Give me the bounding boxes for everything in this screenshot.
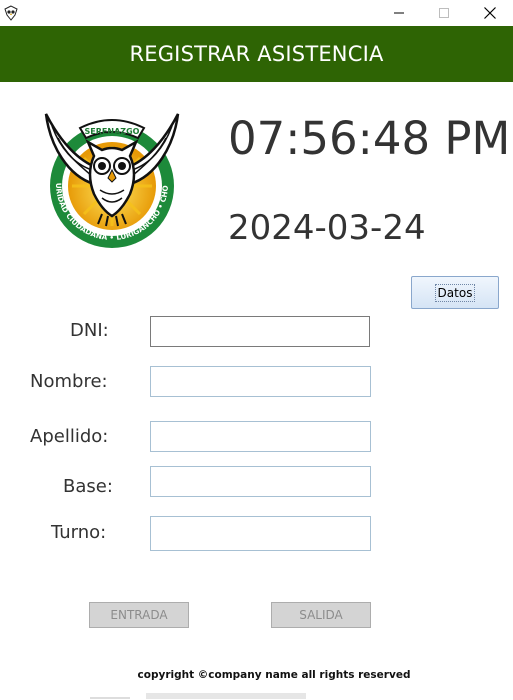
page-title: REGISTRAR ASISTENCIA <box>129 42 384 66</box>
salida-button[interactable]: SALIDA <box>271 602 371 628</box>
dni-input[interactable] <box>150 316 370 347</box>
datos-button[interactable]: Datos <box>411 276 499 309</box>
minimize-button[interactable] <box>376 0 422 26</box>
serenazgo-logo: SEGURIDAD CIUDADANA • LURIGANCHO • CHOSI… <box>38 106 180 248</box>
nombre-input[interactable] <box>150 366 371 397</box>
maximize-icon <box>439 8 449 18</box>
window-title-bar <box>0 0 513 26</box>
base-input[interactable] <box>150 466 371 497</box>
logo-top-text: SERENAZGO <box>85 127 140 136</box>
turno-label: Turno: <box>51 522 107 543</box>
nombre-label: Nombre: <box>30 371 108 392</box>
close-icon <box>484 7 496 19</box>
maximize-button[interactable] <box>421 0 467 26</box>
turno-input[interactable] <box>150 516 371 551</box>
minimize-icon <box>394 12 404 14</box>
dni-label: DNI: <box>70 320 109 341</box>
copyright-text: copyright ©company name all rights reser… <box>137 669 411 681</box>
clock-time: 07:56:48 PM <box>228 112 511 165</box>
entrada-button[interactable]: ENTRADA <box>89 602 189 628</box>
apellido-input[interactable] <box>150 421 371 452</box>
datos-button-label: Datos <box>434 283 476 302</box>
base-label: Base: <box>63 476 113 497</box>
apellido-label: Apellido: <box>30 426 109 447</box>
clock-date: 2024-03-24 <box>228 208 426 248</box>
page-header: REGISTRAR ASISTENCIA <box>0 26 513 82</box>
app-owl-icon <box>4 5 18 21</box>
background-window-edge <box>90 693 306 699</box>
close-button[interactable] <box>467 0 513 26</box>
